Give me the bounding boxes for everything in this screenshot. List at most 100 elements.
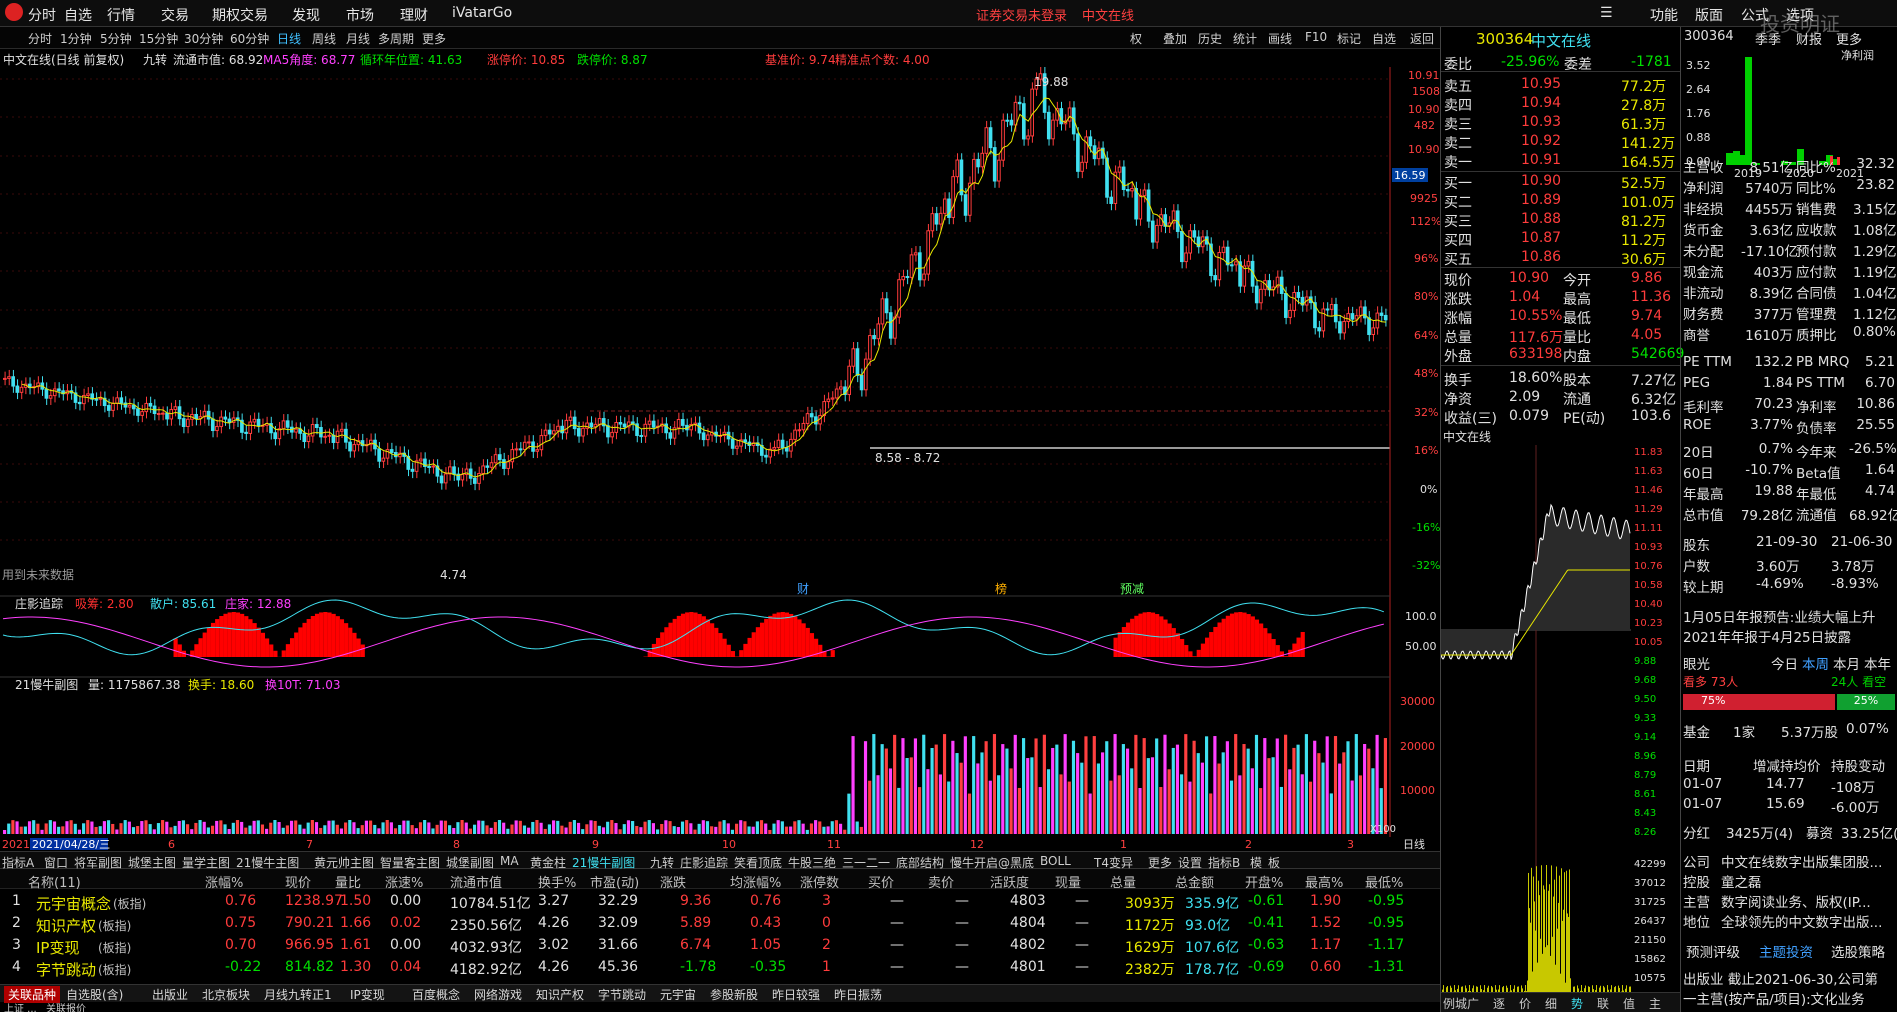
table-row[interactable]: 4 字节跳动 (板指) -0.22 814.82 1.30 0.04 4182.92亿 4.26… <box>0 956 1440 980</box>
period-30min[interactable]: 30分钟 <box>184 30 223 47</box>
timeline-right[interactable]: 日线 <box>1403 837 1425 851</box>
finance-tab-season[interactable]: 季季 <box>1755 29 1781 48</box>
tool-back[interactable]: 返回 <box>1410 30 1434 47</box>
table-header-cell[interactable]: 现量 <box>1055 872 1081 891</box>
menu-item-options[interactable]: 期权交易 <box>212 5 268 25</box>
company-value[interactable]: 数字阅读业务、版权(IP... <box>1721 891 1871 911</box>
period-weekly[interactable]: 周线 <box>312 30 336 47</box>
news-line[interactable]: 1月05日年报预告:业绩大幅上升 <box>1683 606 1875 626</box>
news-line[interactable]: 2021年年报于4月25日披露 <box>1683 626 1851 646</box>
bottom-tab[interactable]: 出版业 <box>152 986 188 1003</box>
bottom-tab[interactable]: 关联品种 <box>4 986 61 1003</box>
menu-item-fenshi[interactable]: 分时 <box>28 5 56 25</box>
period-multi[interactable]: 多周期 <box>378 30 414 47</box>
table-header-cell[interactable]: 涨速% <box>385 872 423 891</box>
company-value[interactable]: 童之磊 <box>1721 871 1762 891</box>
eye-tab[interactable]: 本年 <box>1864 653 1891 673</box>
bottom-tab2[interactable]: 关联报价 <box>46 1002 86 1012</box>
menu-item-ivatargo[interactable]: iVatarGo <box>452 5 512 21</box>
table-header-cell[interactable]: 换手% <box>538 872 576 891</box>
table-header-cell[interactable]: 流通市值 <box>450 872 502 891</box>
period-1min[interactable]: 1分钟 <box>60 30 92 47</box>
tool-overlay[interactable]: 叠加 <box>1163 30 1187 47</box>
tool-history[interactable]: 历史 <box>1198 30 1222 47</box>
table-row[interactable]: 3 IP变现 (板指) 0.70 966.95 1.61 0.00 4032.93亿 3.02 3… <box>0 934 1440 958</box>
period-60min[interactable]: 60分钟 <box>230 30 269 47</box>
bottom-tab[interactable]: 自选股(含) <box>66 986 123 1003</box>
bottom-tab[interactable]: 北京板块 <box>202 986 250 1003</box>
bottom-tab[interactable]: 月线九转正1 <box>264 986 332 1003</box>
quote-bottom-tab[interactable]: 价 <box>1519 995 1531 1012</box>
tool-quan[interactable]: 权 <box>1130 30 1142 47</box>
table-header-cell[interactable]: 涨停数 <box>800 872 839 891</box>
menu-item-zixuan[interactable]: 自选 <box>64 5 92 25</box>
formula-tab[interactable]: BOLL <box>1040 854 1071 868</box>
menu-item-licai[interactable]: 理财 <box>400 5 428 25</box>
tool-draw[interactable]: 画线 <box>1268 30 1292 47</box>
table-header-cell[interactable]: 活跃度 <box>990 872 1029 891</box>
period-more[interactable]: 更多 <box>422 30 446 47</box>
table-header-cell[interactable]: 开盘% <box>1245 872 1283 891</box>
bottom-tab[interactable]: 字节跳动 <box>598 986 646 1003</box>
finance-tab-more[interactable]: 更多 <box>1836 29 1862 48</box>
menu-item-gongneng[interactable]: 功能 <box>1650 5 1678 25</box>
formula-tab[interactable]: MA <box>500 854 519 868</box>
table-row[interactable]: 1 元宇宙概念 (板指) 0.76 1238.97 1.50 0.00 10784.51亿 3.… <box>0 890 1440 914</box>
eye-tab[interactable]: 本周 <box>1802 653 1829 673</box>
bottom-tab[interactable]: 知识产权 <box>536 986 584 1003</box>
bottom-tab[interactable]: 百度概念 <box>412 986 460 1003</box>
quote-bottom-tab[interactable]: 细 <box>1545 995 1557 1012</box>
company-value[interactable]: 全球领先的中文数字出版... <box>1721 911 1882 931</box>
period-daily[interactable]: 日线 <box>277 30 301 47</box>
table-row[interactable]: 2 知识产权 (板指) 0.75 790.21 1.66 0.02 2350.56亿 4.26 3… <box>0 912 1440 935</box>
rating-link[interactable]: 选股策略 <box>1831 941 1885 961</box>
kline-chart[interactable]: 8.58 - 8.72 19.88 4.74 用到未来数据 财 榜 预减 10.… <box>0 67 1440 851</box>
menu-item-banmian[interactable]: 版面 <box>1695 5 1723 25</box>
eye-tab[interactable]: 今日 <box>1771 653 1798 673</box>
menu-item-shichang[interactable]: 市场 <box>346 5 374 25</box>
menu-item-hangqing[interactable]: 行情 <box>107 5 135 25</box>
quote-bottom-tab[interactable]: 逐 <box>1493 995 1505 1012</box>
tool-stats[interactable]: 统计 <box>1233 30 1257 47</box>
bottom-tab[interactable]: 昨日较强 <box>772 986 820 1003</box>
table-header-cell[interactable]: 总金额 <box>1175 872 1214 891</box>
table-header-cell[interactable]: 最低% <box>1365 872 1403 891</box>
quote-bottom-tab[interactable]: 值 <box>1623 995 1635 1012</box>
rating-link[interactable]: 主题投资 <box>1759 941 1813 961</box>
bottom-tab[interactable]: 参股新股 <box>710 986 758 1003</box>
table-header-cell[interactable]: 总量 <box>1110 872 1136 891</box>
quote-bottom-tab[interactable]: 联 <box>1597 995 1609 1012</box>
tool-mark[interactable]: 标记 <box>1337 30 1361 47</box>
row-name[interactable]: 元宇宙概念 <box>36 893 111 914</box>
quote-bottom-tab[interactable]: 主 <box>1649 995 1661 1012</box>
table-header-cell[interactable]: 现价 <box>285 872 311 891</box>
quote-bottom-tab[interactable]: 势 <box>1571 995 1583 1012</box>
quote-bottom-tab[interactable]: 例城广 <box>1443 995 1479 1012</box>
eye-tab[interactable]: 本月 <box>1833 653 1860 673</box>
table-header-cell[interactable]: 涨幅% <box>205 872 243 891</box>
login-notice[interactable]: 证券交易未登录 <box>976 5 1067 24</box>
row-name[interactable]: 字节跳动 <box>36 959 96 980</box>
tool-f10[interactable]: F10 <box>1305 30 1327 44</box>
intraday-chart[interactable]: 11.83 11.63 11.46 11.29 11.11 10.93 10.76 10.58… <box>1441 445 1681 1012</box>
bottom-tab[interactable]: 昨日振荡 <box>834 986 882 1003</box>
table-header-cell[interactable]: 卖价 <box>928 872 954 891</box>
period-5min[interactable]: 5分钟 <box>100 30 132 47</box>
menu-item-faxian[interactable]: 发现 <box>292 5 320 25</box>
bottom-tab[interactable]: IP变现 <box>350 986 385 1003</box>
menu-item-jiaoyi[interactable]: 交易 <box>161 5 189 25</box>
table-header-cell[interactable]: 买价 <box>868 872 894 891</box>
finance-tab-report[interactable]: 财报 <box>1796 29 1822 48</box>
table-header-cell[interactable]: 最高% <box>1305 872 1343 891</box>
bottom-tab[interactable]: 元宇宙 <box>660 986 696 1003</box>
table-header-cell[interactable]: 市盈(动) <box>590 872 639 891</box>
company-value[interactable]: 中文在线数字出版集团股... <box>1721 851 1882 871</box>
row-name[interactable]: IP变现 <box>36 937 79 958</box>
table-header-cell[interactable]: 量比 <box>335 872 361 891</box>
list-icon[interactable]: ☰ <box>1600 5 1613 21</box>
table-header-cell[interactable]: 均涨幅% <box>730 872 781 891</box>
rating-link[interactable]: 预测评级 <box>1686 941 1740 961</box>
table-header-cell[interactable]: 涨跌 <box>660 872 686 891</box>
tool-watchlist[interactable]: 自选 <box>1372 30 1396 47</box>
table-header-cell[interactable]: 名称(11) <box>28 872 81 891</box>
